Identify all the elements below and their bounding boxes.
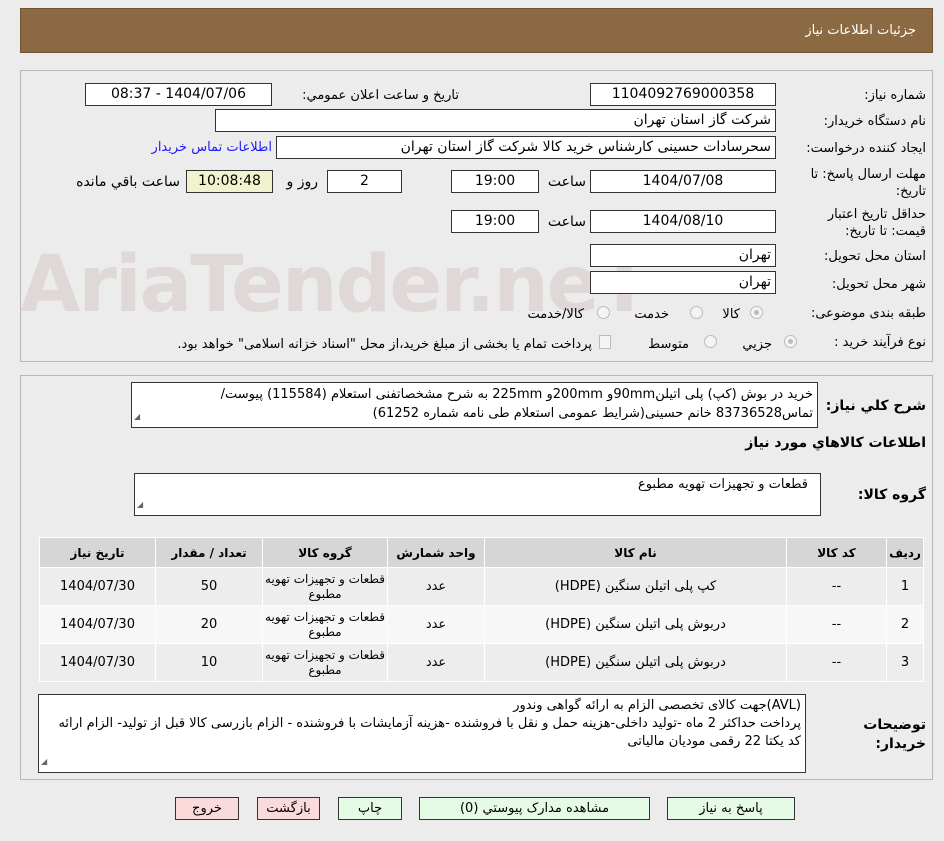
category-option-goods: کالا bbox=[722, 307, 740, 322]
print-button[interactable]: چاپ bbox=[338, 797, 402, 820]
process-radio-minor[interactable] bbox=[784, 335, 797, 348]
buyer-org-field: شرکت گاز استان تهران bbox=[215, 109, 776, 132]
col-header-code: کد کالا bbox=[786, 537, 887, 568]
announce-field: 1404/07/06 - 08:37 bbox=[85, 83, 272, 106]
need-number-label: شماره نياز: bbox=[864, 88, 926, 103]
cell-qty: 10 bbox=[155, 643, 263, 682]
view-documents-button[interactable]: مشاهده مدارک پيوستي (0) bbox=[419, 797, 650, 820]
cell-name: کپ پلی اتیلن سنگین (HDPE) bbox=[484, 567, 787, 606]
cell-group: قطعات و تجهیزات تهویه مطبوع bbox=[262, 605, 388, 644]
buyer-org-label: نام دستگاه خريدار: bbox=[823, 114, 926, 129]
col-header-qty: تعداد / مقدار bbox=[155, 537, 263, 568]
summary-label: شرح کلي نياز: bbox=[825, 398, 926, 414]
cell-row: 2 bbox=[886, 605, 924, 644]
page-header: جزئيات اطلاعات نياز bbox=[20, 8, 933, 53]
reply-deadline-label: مهلت ارسال پاسخ: تا تاريخ: bbox=[810, 167, 926, 199]
creator-label: ايجاد کننده درخواست: bbox=[806, 141, 926, 156]
announce-label: تاريخ و ساعت اعلان عمومي: bbox=[302, 88, 459, 103]
category-radio-goods[interactable] bbox=[750, 306, 763, 319]
cell-name: دربوش پلی اتیلن سنگین (HDPE) bbox=[484, 605, 787, 644]
validity-time-field: 19:00 bbox=[451, 210, 539, 233]
need-number-field: 1104092769000358 bbox=[590, 83, 776, 106]
resize-grip-icon[interactable]: ◢ bbox=[41, 753, 47, 771]
cell-date: 1404/07/30 bbox=[39, 605, 156, 644]
category-radio-service[interactable] bbox=[690, 306, 703, 319]
validity-date-field: 1404/08/10 bbox=[590, 210, 776, 233]
process-option-minor: جزيي bbox=[742, 337, 772, 352]
summary-textarea[interactable]: خرید در بوش (کپ) پلی اتیلن90mmو 200mmو 2… bbox=[131, 382, 818, 428]
city-label: شهر محل تحويل: bbox=[831, 277, 926, 292]
table-row: 3 -- دربوش پلی اتیلن سنگین (HDPE) عدد قطعات … bbox=[39, 643, 924, 682]
group-text: قطعات و تجهیزات تهویه مطبوع bbox=[637, 477, 808, 492]
goods-table: رديف کد کالا نام کالا واحد شمارش گروه کا… bbox=[39, 537, 924, 682]
summary-text: خرید در بوش (کپ) پلی اتیلن90mmو 200mmو 2… bbox=[220, 387, 813, 421]
remaining-time-field: 10:08:48 bbox=[186, 170, 273, 193]
goods-section-title: اطلاعات کالاهاي مورد نياز bbox=[745, 435, 926, 451]
col-header-name: نام کالا bbox=[484, 537, 787, 568]
province-label: استان محل تحويل: bbox=[824, 249, 926, 264]
cell-code: -- bbox=[786, 605, 887, 644]
treasury-checkbox[interactable] bbox=[599, 335, 611, 349]
col-header-group: گروه کالا bbox=[262, 537, 388, 568]
reply-button[interactable]: پاسخ به نياز bbox=[667, 797, 795, 820]
reply-time-label: ساعت bbox=[547, 174, 586, 190]
cell-unit: عدد bbox=[387, 567, 485, 606]
reply-time-field: 19:00 bbox=[451, 170, 539, 193]
days-label: روز و bbox=[286, 174, 319, 190]
city-field: تهران bbox=[590, 271, 776, 294]
process-radio-medium[interactable] bbox=[704, 335, 717, 348]
cell-qty: 50 bbox=[155, 567, 263, 606]
cell-code: -- bbox=[786, 567, 887, 606]
validity-time-label: ساعت bbox=[547, 214, 586, 230]
creator-field: سحرسادات حسینی کارشناس خرید کالا شرکت گا… bbox=[276, 136, 776, 159]
category-label: طبقه بندی موضوعی: bbox=[810, 306, 926, 321]
validity-label: حداقل تاريخ اعتبار قيمت: تا تاريخ: bbox=[827, 207, 926, 239]
cell-name: دربوش پلی اتیلن سنگین (HDPE) bbox=[484, 643, 787, 682]
page-title: جزئيات اطلاعات نياز bbox=[805, 23, 916, 38]
category-option-service: خدمت bbox=[634, 307, 669, 322]
col-header-unit: واحد شمارش bbox=[387, 537, 485, 568]
buyer-contact-link[interactable]: اطلاعات تماس خريدار bbox=[152, 140, 272, 155]
cell-group: قطعات و تجهیزات تهویه مطبوع bbox=[262, 643, 388, 682]
category-radio-both[interactable] bbox=[597, 306, 610, 319]
cell-row: 3 bbox=[886, 643, 924, 682]
process-note: پرداخت تمام يا بخشی از مبلغ خريد،از محل … bbox=[177, 337, 592, 352]
table-row: 1 -- کپ پلی اتیلن سنگین (HDPE) عدد قطعات و ت… bbox=[39, 567, 924, 606]
notes-label: توضيحات خريدار: bbox=[863, 717, 926, 752]
category-option-both: کالا/خدمت bbox=[527, 307, 584, 322]
cell-group: قطعات و تجهیزات تهویه مطبوع bbox=[262, 567, 388, 606]
cell-date: 1404/07/30 bbox=[39, 643, 156, 682]
back-button[interactable]: بازگشت bbox=[257, 797, 320, 820]
cell-unit: عدد bbox=[387, 643, 485, 682]
cell-qty: 20 bbox=[155, 605, 263, 644]
col-header-date: تاريخ نياز bbox=[39, 537, 156, 568]
col-header-row: رديف bbox=[886, 537, 924, 568]
province-field: تهران bbox=[590, 244, 776, 267]
process-option-medium: متوسط bbox=[648, 337, 689, 352]
notes-line: پرداخت حداکثر 2 ماه -تولید داخلی-هزینه ح… bbox=[58, 716, 801, 749]
cell-unit: عدد bbox=[387, 605, 485, 644]
days-field: 2 bbox=[327, 170, 402, 193]
reply-date-field: 1404/07/08 bbox=[590, 170, 776, 193]
exit-button[interactable]: خروج bbox=[175, 797, 239, 820]
cell-code: -- bbox=[786, 643, 887, 682]
notes-textarea[interactable]: (AVL)جهت کالای تخصصی الزام به ارائه گواه… bbox=[38, 694, 806, 773]
notes-line: (AVL)جهت کالای تخصصی الزام به ارائه گواه… bbox=[513, 698, 801, 713]
process-label: نوع فرآيند خريد : bbox=[834, 335, 926, 350]
group-label: گروه کالا: bbox=[857, 487, 926, 503]
cell-date: 1404/07/30 bbox=[39, 567, 156, 606]
cell-row: 1 bbox=[886, 567, 924, 606]
resize-grip-icon[interactable]: ◢ bbox=[137, 496, 143, 514]
remaining-label: ساعت باقي مانده bbox=[76, 174, 180, 190]
table-row: 2 -- دربوش پلی اتیلن سنگین (HDPE) عدد قطعات … bbox=[39, 605, 924, 644]
resize-grip-icon[interactable]: ◢ bbox=[134, 407, 140, 426]
group-textarea[interactable]: قطعات و تجهیزات تهویه مطبوع ◢ bbox=[134, 473, 821, 516]
